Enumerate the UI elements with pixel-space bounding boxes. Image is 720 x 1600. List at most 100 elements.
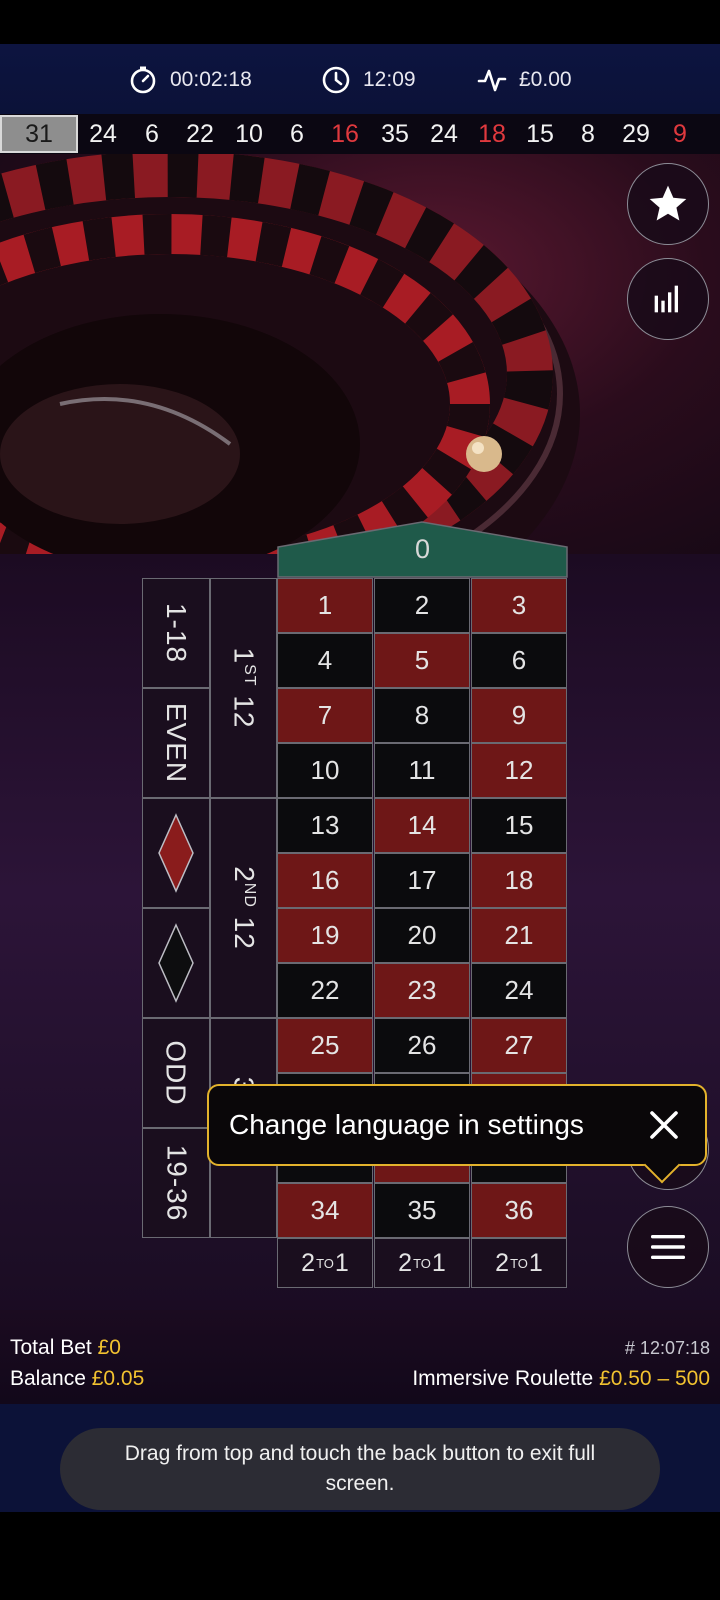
number-cell[interactable]: 15 (471, 798, 567, 853)
live-wheel-video (0, 154, 720, 554)
history-number: 35 (381, 119, 409, 148)
number-cell[interactable]: 4 (277, 633, 373, 688)
number-cell[interactable]: 9 (471, 688, 567, 743)
number-cell[interactable]: 6 (471, 633, 567, 688)
number-cell[interactable]: 34 (277, 1183, 373, 1238)
zero-bet-label: 0 (414, 534, 431, 564)
system-navigation-bar (0, 1512, 720, 1600)
number-cell[interactable]: 1 (277, 578, 373, 633)
bet-19-36[interactable]: 19-36 (142, 1128, 210, 1238)
star-icon (649, 185, 687, 221)
number-cell[interactable]: 8 (374, 688, 470, 743)
statistics-button[interactable] (627, 258, 709, 340)
stopwatch-icon (130, 66, 156, 94)
table-limits: £0.50 – 500 (599, 1367, 710, 1390)
total-bet-label: Total Bet (10, 1336, 92, 1359)
number-cell[interactable]: 20 (374, 908, 470, 963)
number-cell[interactable]: 14 (374, 798, 470, 853)
balance-label: Balance (10, 1367, 86, 1390)
bet-19-36-label: 19-36 (161, 1144, 192, 1222)
number-cell[interactable]: 23 (374, 963, 470, 1018)
history-number: 8 (581, 119, 595, 148)
balance: Balance £0.05 (10, 1367, 144, 1391)
number-cell[interactable]: 19 (277, 908, 373, 963)
number-cell[interactable]: 13 (277, 798, 373, 853)
number-cell[interactable]: 11 (374, 743, 470, 798)
column-bet-2[interactable]: 2 TO 1 (374, 1238, 470, 1288)
clock: 12:09 (321, 63, 416, 97)
activity-pulse-icon (477, 69, 507, 92)
number-cell[interactable]: 24 (471, 963, 567, 1018)
session-timer: 00:02:18 (128, 63, 252, 97)
history-number: 9 (673, 119, 687, 148)
history-number: 22 (186, 119, 214, 148)
number-cell[interactable]: 21 (471, 908, 567, 963)
menu-button[interactable] (627, 1206, 709, 1288)
history-number: 18 (478, 119, 506, 148)
black-diamond-icon (158, 923, 194, 1003)
number-cell[interactable]: 25 (277, 1018, 373, 1073)
result-history-strip[interactable]: 31 24 6 22 10 6 16 35 24 18 15 8 29 9 (0, 114, 720, 154)
close-tooltip-button[interactable] (641, 1102, 687, 1148)
fullscreen-exit-toast: Drag from top and touch the back button … (60, 1428, 660, 1510)
total-bet: Total Bet £0 (10, 1336, 121, 1360)
close-icon (650, 1111, 678, 1139)
bet-first-dozen[interactable]: 1ST 12 (210, 578, 277, 798)
second-dozen-label: 2ND 12 (228, 866, 260, 950)
history-number: 10 (235, 119, 263, 148)
number-cell[interactable]: 7 (277, 688, 373, 743)
first-dozen-label: 1ST 12 (228, 647, 260, 729)
history-number: 6 (145, 119, 159, 148)
bet-even[interactable]: EVEN (142, 688, 210, 798)
number-cell[interactable]: 35 (374, 1183, 470, 1238)
history-number: 6 (290, 119, 304, 148)
history-number: 16 (331, 119, 359, 148)
history-number: 24 (430, 119, 458, 148)
number-cell[interactable]: 2 (374, 578, 470, 633)
number-cell[interactable]: 17 (374, 853, 470, 908)
number-cell[interactable]: 36 (471, 1183, 567, 1238)
red-diamond-icon (158, 813, 194, 893)
number-cell[interactable]: 3 (471, 578, 567, 633)
game-title: Immersive Roulette £0.50 – 500 (412, 1367, 710, 1391)
history-number: 15 (526, 119, 554, 148)
hamburger-menu-icon (651, 1235, 685, 1259)
bet-odd[interactable]: ODD (142, 1018, 210, 1128)
bet-red[interactable] (142, 798, 210, 908)
bet-even-label: EVEN (161, 702, 192, 784)
toast-text: Drag from top and touch the back button … (124, 1442, 596, 1495)
bar-chart-icon (654, 285, 678, 313)
number-cell[interactable]: 22 (277, 963, 373, 1018)
clock-text: 12:09 (363, 68, 416, 91)
net-balance-text: £0.00 (519, 68, 572, 91)
history-number: 29 (622, 119, 650, 148)
bet-1-18-label: 1-18 (160, 602, 192, 664)
tooltip-text: Change language in settings (229, 1109, 584, 1140)
favourite-bets-button[interactable] (627, 163, 709, 245)
number-cell[interactable]: 16 (277, 853, 373, 908)
number-cell[interactable]: 26 (374, 1018, 470, 1073)
bet-odd-label: ODD (160, 1040, 192, 1106)
round-id: # 12:07:18 (624, 1338, 710, 1358)
number-cell[interactable]: 10 (277, 743, 373, 798)
column-bet-3[interactable]: 2 TO 1 (471, 1238, 567, 1288)
bet-black[interactable] (142, 908, 210, 1018)
bet-second-dozen[interactable]: 2ND 12 (210, 798, 277, 1018)
net-balance: £0.00 (477, 63, 572, 97)
history-latest-number: 31 (0, 115, 78, 153)
game-top-bar: 00:02:18 12:09 £0.00 (0, 44, 720, 114)
number-cell[interactable]: 18 (471, 853, 567, 908)
column-bet-1[interactable]: 2 TO 1 (277, 1238, 373, 1288)
clock-icon (322, 66, 350, 94)
bet-1-18[interactable]: 1-18 (142, 578, 210, 688)
session-time-text: 00:02:18 (170, 68, 252, 91)
history-number: 24 (89, 119, 117, 148)
language-hint-tooltip: Change language in settings (207, 1084, 707, 1184)
number-cell[interactable]: 5 (374, 633, 470, 688)
system-status-bar (0, 0, 720, 44)
balance-value: £0.05 (91, 1367, 145, 1390)
roulette-wheel-image (0, 154, 580, 554)
number-cell[interactable]: 27 (471, 1018, 567, 1073)
number-cell[interactable]: 12 (471, 743, 567, 798)
game-name: Immersive Roulette (412, 1367, 594, 1390)
